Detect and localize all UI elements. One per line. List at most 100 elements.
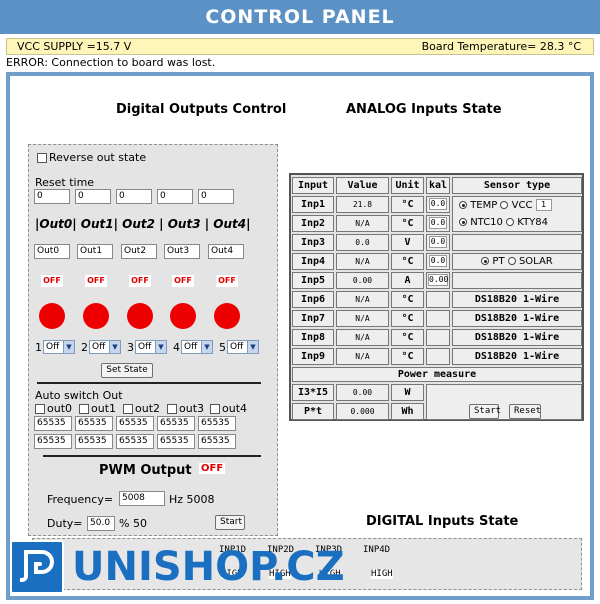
auto-check-3[interactable] [167, 404, 177, 414]
row-unit-6: °C [391, 291, 424, 308]
radio-ntc10[interactable] [459, 218, 467, 226]
auto-row2-input-3[interactable]: 65535 [157, 434, 195, 449]
row-sensor-5 [452, 272, 582, 289]
out-state-2: OFF [129, 275, 151, 287]
auto-check-1[interactable] [79, 404, 89, 414]
row-unit-3: V [391, 234, 424, 251]
radio-solar[interactable] [507, 257, 516, 265]
row-kal-cell-5: 0.00 [426, 272, 450, 289]
auto-row2-input-4[interactable]: 65535 [198, 434, 236, 449]
auto-row2-input-0[interactable]: 65535 [34, 434, 72, 449]
row-input-3: Inp3 [292, 234, 334, 251]
radio-pt[interactable] [481, 257, 490, 265]
out-mode-select-0[interactable]: Off ▼ [43, 340, 75, 354]
auto-row1-input-4[interactable]: 65535 [198, 416, 236, 431]
col-header-kal: kal [426, 177, 450, 194]
out-mode-value-1: Off [92, 342, 106, 352]
chevron-down-icon: ▼ [201, 341, 212, 353]
pwm-state: OFF [199, 463, 226, 474]
out-mode-value-0: Off [46, 342, 60, 352]
auto-row1-input-3[interactable]: 65535 [157, 416, 195, 431]
din-label-4: INP4D [363, 545, 391, 555]
row-value-1: 21.8 [336, 196, 389, 213]
out-mode-select-3[interactable]: Off ▼ [181, 340, 213, 354]
auto-row1-input-1[interactable]: 65535 [75, 416, 113, 431]
power-value-2: 0.000 [336, 403, 389, 420]
pwm-start-button[interactable]: Start [215, 515, 245, 530]
radio-kty84[interactable] [506, 218, 515, 226]
out-name-input-2[interactable]: Out2 [121, 244, 157, 259]
divider [37, 382, 261, 384]
reverse-out-checkbox[interactable] [37, 153, 47, 163]
reset-time-input-0[interactable]: 0 [34, 189, 70, 204]
reset-time-input-4[interactable]: 0 [198, 189, 234, 204]
out-mode-select-4[interactable]: Off ▼ [227, 340, 259, 354]
row-unit-8: °C [391, 329, 424, 346]
row-input-9: Inp9 [292, 348, 334, 365]
out-name-input-1[interactable]: Out1 [77, 244, 113, 259]
auto-row2-input-1[interactable]: 65535 [75, 434, 113, 449]
out-state-0: OFF [41, 275, 63, 287]
radio-vcc[interactable] [500, 201, 509, 209]
out-name-input-0[interactable]: Out0 [34, 244, 70, 259]
out-led-1[interactable] [83, 303, 109, 329]
out-led-2[interactable] [127, 303, 153, 329]
digital-outputs-panel: Reverse out state Reset time 0 0 0 0 0 |… [28, 144, 278, 536]
kal-input-2[interactable]: 0.0 [429, 217, 447, 229]
kal-input-5[interactable]: 0.00 [428, 274, 448, 286]
row-input-6: Inp6 [292, 291, 334, 308]
power-controls: Start Reset [426, 384, 582, 420]
row-input-5: Inp5 [292, 272, 334, 289]
row-unit-5: A [391, 272, 424, 289]
unishop-logo-icon [10, 540, 64, 594]
duty-readout: % 50 [119, 517, 147, 530]
kal-input-3[interactable]: 0.0 [429, 236, 447, 248]
page-header: CONTROL PANEL [0, 0, 600, 34]
out-led-4[interactable] [214, 303, 240, 329]
out-led-0[interactable] [39, 303, 65, 329]
radio-pt-label: PT [492, 256, 505, 267]
unishop-logo-text: UNISHOP.CZ [72, 544, 345, 590]
power-start-button[interactable]: Start [469, 404, 501, 419]
radio-temp[interactable] [459, 201, 467, 209]
out-led-3[interactable] [170, 303, 196, 329]
row-value-5: 0.00 [336, 272, 389, 289]
power-unit-2: Wh [391, 403, 424, 420]
board-temperature: Board Temperature= 28.3 °C [421, 40, 581, 53]
out-mode-select-2[interactable]: Off ▼ [135, 340, 167, 354]
row-value-7: N/A [336, 310, 389, 327]
row-kal-cell-2: 0.0 [426, 215, 450, 232]
chevron-down-icon: ▼ [109, 341, 120, 353]
auto-row2-input-2[interactable]: 65535 [116, 434, 154, 449]
reset-time-input-2[interactable]: 0 [116, 189, 152, 204]
out-name-input-4[interactable]: Out4 [208, 244, 244, 259]
out-name-input-3[interactable]: Out3 [164, 244, 200, 259]
frequency-input[interactable]: 5008 [119, 491, 165, 506]
duty-input[interactable]: 50.0 [87, 516, 115, 531]
auto-row1-input-0[interactable]: 65535 [34, 416, 72, 431]
power-reset-button[interactable]: Reset [509, 404, 541, 419]
auto-check-4[interactable] [210, 404, 220, 414]
reset-time-label: Reset time [35, 176, 95, 189]
auto-check-label-0: out0 [47, 402, 73, 415]
auto-row1-input-2[interactable]: 65535 [116, 416, 154, 431]
row-unit-7: °C [391, 310, 424, 327]
auto-check-2[interactable] [123, 404, 133, 414]
analog-inputs-table: Input Value Unit kal Sensor type Inp1 21… [289, 173, 584, 421]
din-state-4: HIGH [371, 569, 393, 579]
out-mode-select-1[interactable]: Off ▼ [89, 340, 121, 354]
reset-time-input-1[interactable]: 0 [75, 189, 111, 204]
row-sensor-8: DS18B20 1-Wire [452, 329, 582, 346]
auto-check-label-1: out1 [91, 402, 117, 415]
kal-input-1[interactable]: 0.0 [429, 198, 447, 210]
vcc-input[interactable]: 1 [535, 199, 552, 211]
kal-input-4[interactable]: 0.0 [429, 255, 447, 267]
chevron-down-icon: ▼ [247, 341, 258, 353]
col-header-input: Input [292, 177, 334, 194]
auto-check-0[interactable] [35, 404, 45, 414]
reset-time-input-3[interactable]: 0 [157, 189, 193, 204]
row-sensor-9: DS18B20 1-Wire [452, 348, 582, 365]
row-unit-1: °C [391, 196, 424, 213]
set-state-button[interactable]: Set State [101, 363, 153, 378]
row-input-4: Inp4 [292, 253, 334, 270]
